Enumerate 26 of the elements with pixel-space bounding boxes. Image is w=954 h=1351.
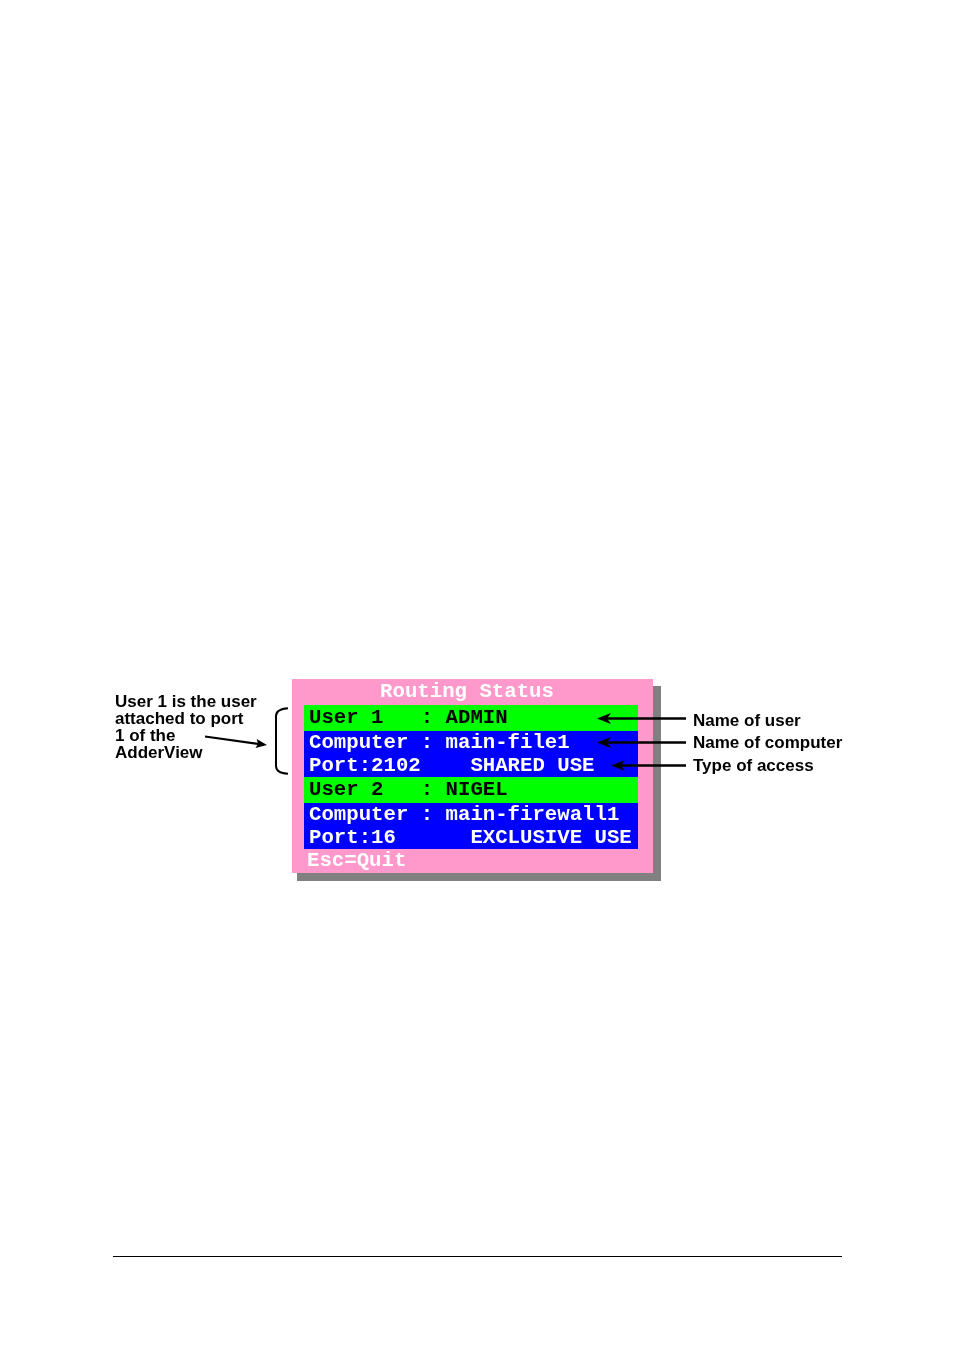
user-name: NIGEL xyxy=(445,777,508,803)
bracket-icon xyxy=(272,707,289,775)
separator: : xyxy=(420,777,434,803)
user-label: User 1 xyxy=(309,705,384,731)
port-number: Port:2102 xyxy=(309,754,421,777)
quit-hint: Esc=Quit xyxy=(307,849,407,872)
user-label: User 2 xyxy=(309,777,384,803)
window-title: Routing Status xyxy=(380,679,554,705)
computer-label: Computer xyxy=(309,803,409,826)
computer-name: main-firewall1 xyxy=(445,803,620,826)
annotation-line: attached to port xyxy=(115,709,244,727)
port-number: Port:16 xyxy=(309,826,396,849)
user-name: ADMIN xyxy=(445,705,508,731)
separator: : xyxy=(420,731,434,754)
access-type: EXCLUSIVE USE xyxy=(470,826,632,849)
access-type: SHARED USE xyxy=(470,754,595,777)
annotation-line: User 1 is the user xyxy=(115,692,257,710)
annotation-line: AdderView xyxy=(115,743,203,761)
annotation-line: 1 of the xyxy=(115,726,176,744)
separator: : xyxy=(420,705,434,731)
callout-label: Type of access xyxy=(693,754,814,777)
callout-label: Name of user xyxy=(693,709,801,732)
callout-label: Name of computer xyxy=(693,732,843,755)
separator: : xyxy=(420,803,434,826)
computer-label: Computer xyxy=(309,731,409,754)
computer-name: main-file1 xyxy=(445,731,570,754)
